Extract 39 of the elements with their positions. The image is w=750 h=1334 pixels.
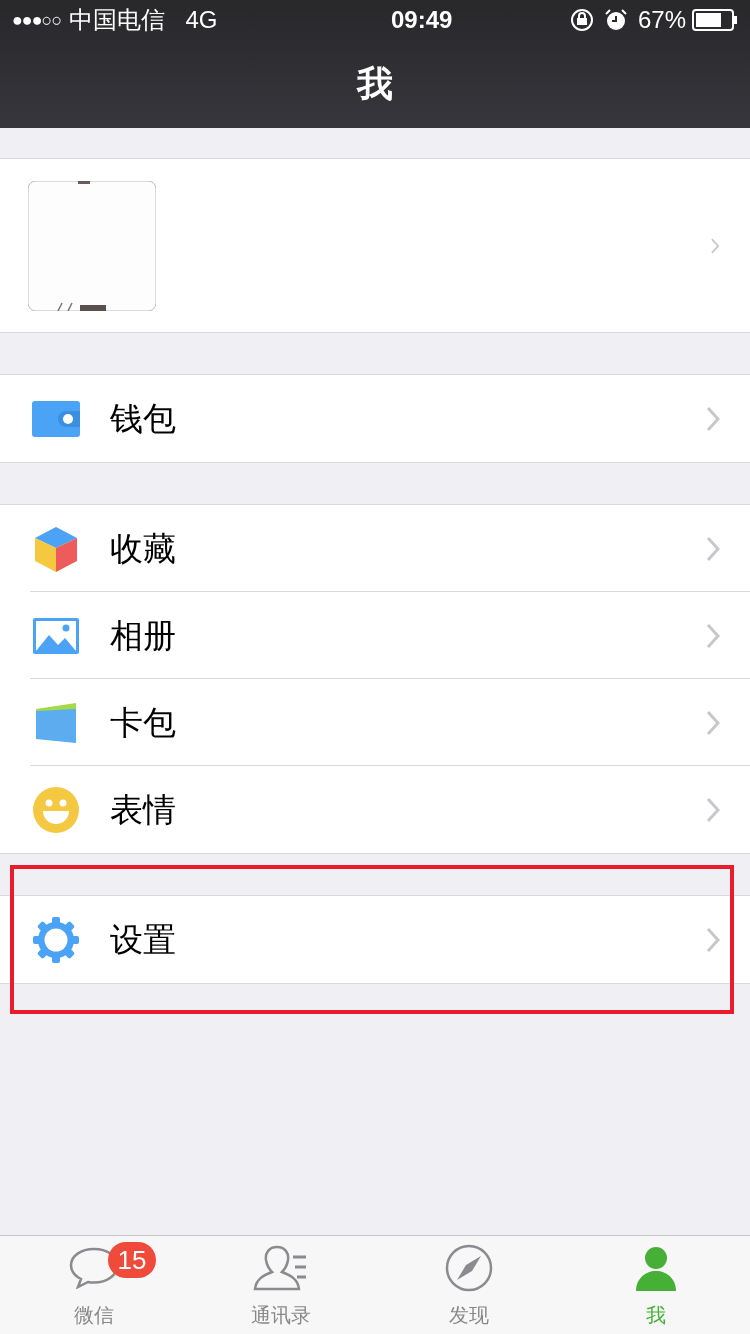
menu-label: 收藏 [110, 528, 177, 569]
menu-row[interactable]: 设置 [0, 896, 750, 983]
gear-icon [33, 916, 79, 963]
battery-percent: 67% [637, 5, 686, 35]
menu-label: 钱包 [110, 398, 177, 439]
menu-row[interactable]: 收藏 [0, 505, 750, 592]
menu-label: 设置 [110, 919, 177, 960]
menu-row[interactable]: 钱包 [0, 375, 750, 462]
battery-icon [692, 9, 738, 31]
tab-item[interactable]: 微信 15 [0, 1236, 188, 1334]
rotation-lock-icon [569, 8, 594, 32]
cube-icon [33, 525, 79, 572]
menu-label: 表情 [110, 789, 177, 830]
alarm-icon [603, 8, 628, 32]
clock: 09:49 [389, 5, 453, 35]
chevron-icon [706, 709, 720, 736]
network-type: 4G [185, 5, 218, 35]
profile-row[interactable] [0, 158, 750, 333]
menu-label: 卡包 [110, 702, 177, 743]
menu-row[interactable]: 卡包 [0, 679, 750, 766]
compass-icon [444, 1244, 493, 1292]
smiley-icon [33, 786, 79, 833]
menu-label: 相册 [110, 615, 177, 656]
nav-title: 我 [357, 62, 393, 106]
wallet-icon [32, 400, 80, 437]
signal-strength: ●●●○○ [12, 8, 62, 32]
cards-icon [34, 702, 78, 743]
menu-row[interactable]: 表情 [0, 766, 750, 853]
menu-row[interactable]: 相册 [0, 592, 750, 679]
chevron-icon [706, 796, 720, 823]
chevron-icon [706, 405, 720, 432]
chevron-icon [706, 926, 720, 953]
carrier-name: 中国电信 [69, 5, 166, 35]
unread-badge: 15 [108, 1242, 156, 1278]
chevron-icon [706, 535, 720, 562]
chevron-icon [710, 237, 720, 254]
person-icon [634, 1245, 679, 1291]
picture-frame-icon [33, 617, 79, 654]
chevron-icon [706, 622, 720, 649]
